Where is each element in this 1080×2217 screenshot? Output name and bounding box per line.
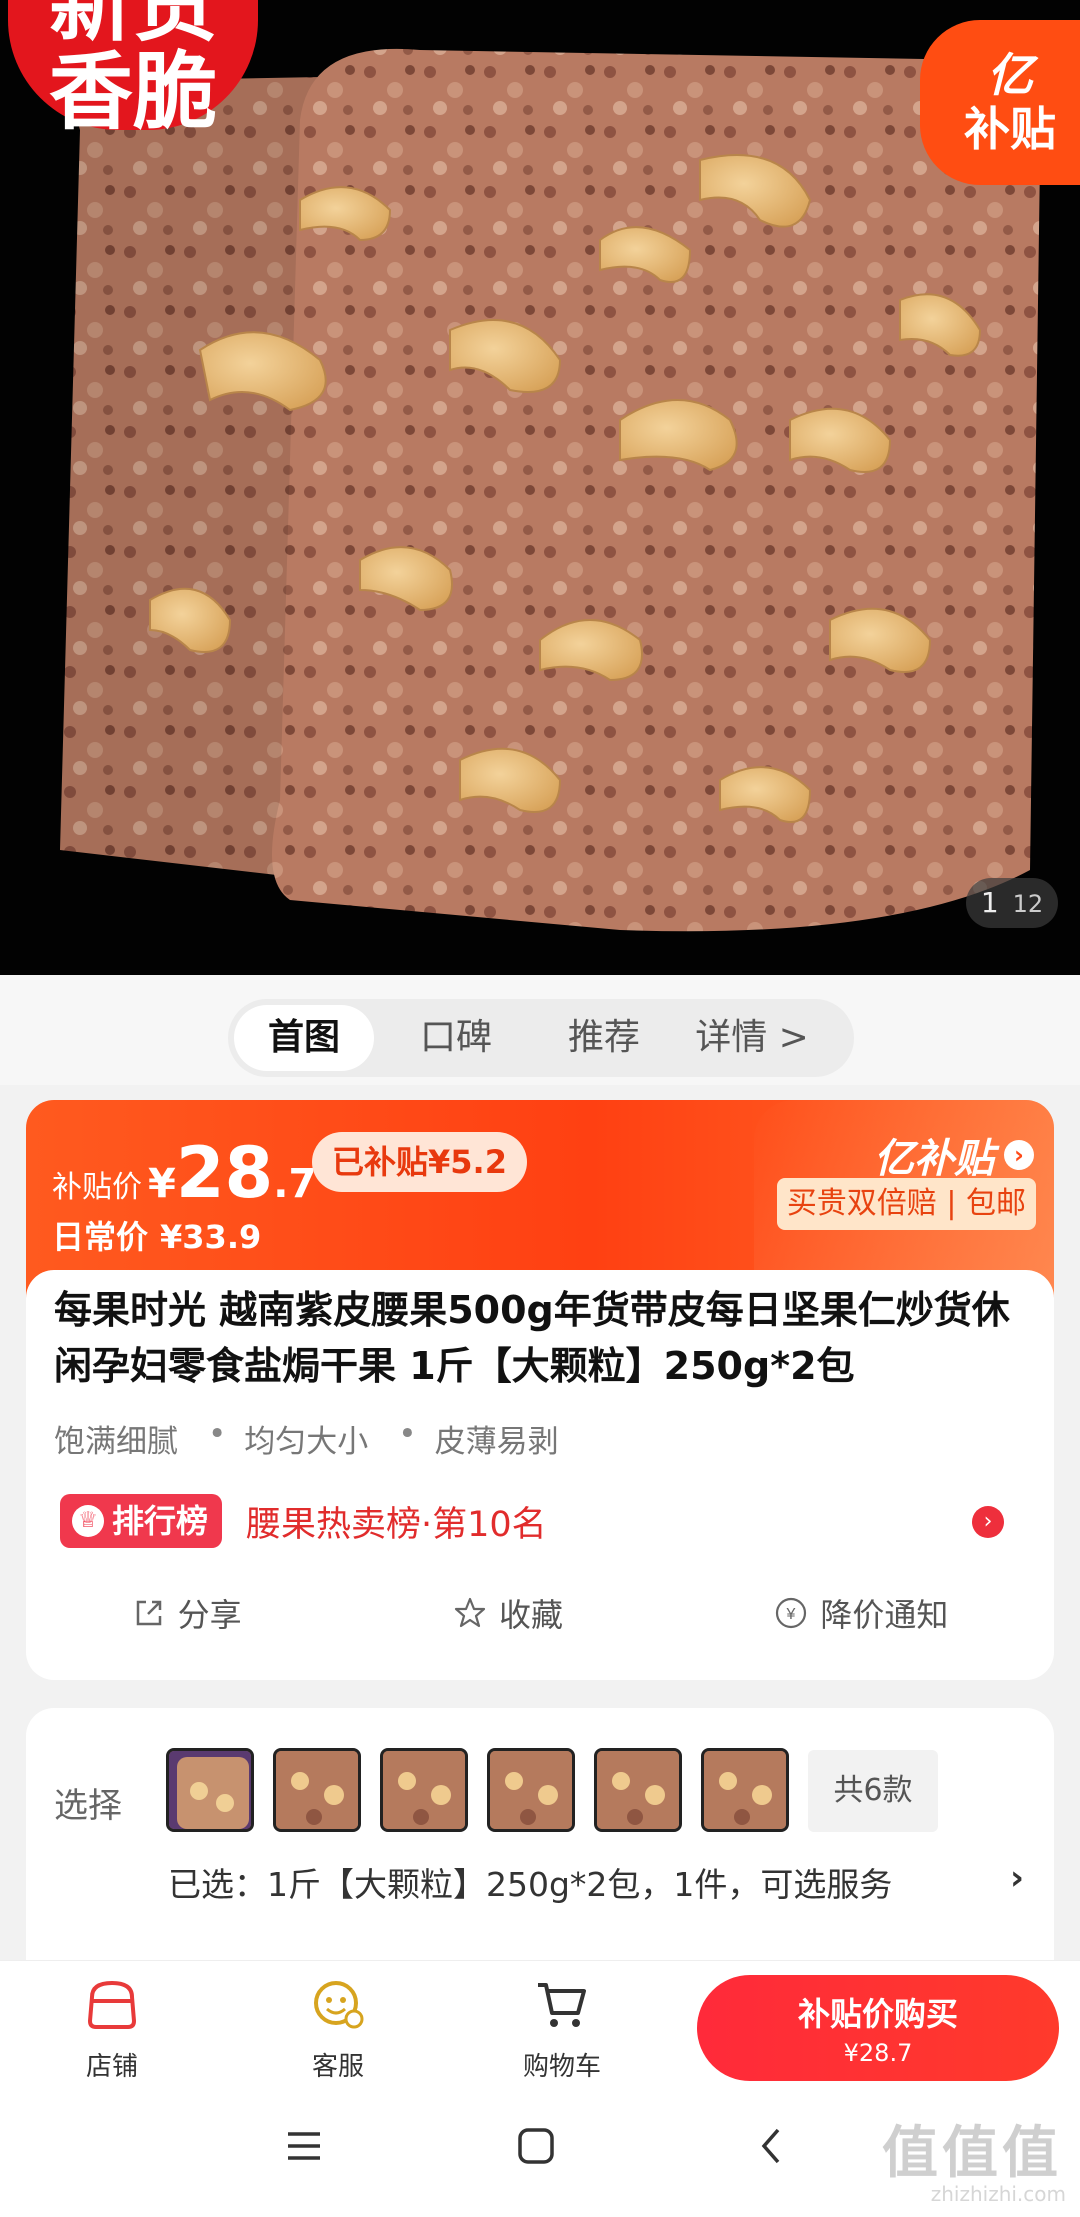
variant-thumbnail[interactable] — [273, 1748, 361, 1832]
feature-item: 均匀大小 — [244, 1424, 369, 1460]
tab-details[interactable]: 详情 > — [678, 1005, 826, 1071]
variant-image — [597, 1751, 679, 1829]
store-button[interactable]: 店铺 — [42, 1977, 182, 2083]
favorite-button[interactable]: 收藏 — [453, 1590, 563, 1636]
badge-left-line1: 新货 — [48, 0, 217, 53]
daily-price: 日常价 ¥33.9 — [52, 1212, 261, 1258]
variant-thumbnails — [166, 1748, 808, 1832]
variant-image — [276, 1751, 358, 1829]
bottom-action-bar: 店铺 客服 购物车 补贴价购买 ¥28.7 — [0, 1960, 1080, 2100]
daily-price-label: 日常价 — [52, 1218, 149, 1256]
variant-count[interactable]: 共6款 — [808, 1750, 938, 1832]
home-icon[interactable] — [516, 2126, 556, 2166]
select-label: 选择 — [54, 1786, 122, 1826]
store-label: 店铺 — [85, 2052, 138, 2082]
cart-label: 购物车 — [522, 2052, 601, 2082]
variant-thumbnail[interactable] — [594, 1748, 682, 1832]
variant-thumbnail[interactable] — [487, 1748, 575, 1832]
share-button[interactable]: 分享 — [132, 1590, 242, 1636]
subsidy-badge: 亿 补贴 — [920, 20, 1080, 185]
buy-now-button[interactable]: 补贴价购买 ¥28.7 — [697, 1975, 1059, 2081]
chevron-right-icon[interactable]: › — [1010, 1858, 1024, 1898]
feature-item: 皮薄易剥 — [434, 1424, 559, 1460]
store-icon — [87, 1980, 137, 2029]
variant-thumbnail[interactable] — [701, 1748, 789, 1832]
currency-symbol: ¥ — [148, 1161, 176, 1207]
ranking-badge-label: 排行榜 — [112, 1502, 209, 1540]
star-icon — [454, 1597, 486, 1628]
cart-button[interactable]: 购物车 — [492, 1977, 632, 2083]
customer-service-button[interactable]: 客服 — [268, 1977, 408, 2083]
ranking-badge: ♕ 排行榜 — [60, 1494, 223, 1548]
share-label: 分享 — [177, 1596, 242, 1634]
variant-thumbnail[interactable] — [166, 1748, 254, 1832]
chevron-right-icon[interactable]: › — [972, 1506, 1004, 1538]
badge-left-line2: 香脆 — [48, 43, 217, 141]
customer-service-icon — [314, 1981, 364, 2029]
ranking-text: 腰果热卖榜·第10名 — [246, 1504, 547, 1545]
subsidy-badge-line2: 补贴 — [964, 102, 1056, 156]
pager-current: 1 — [980, 886, 999, 919]
tab-recommend[interactable]: 推荐 — [530, 1005, 678, 1071]
product-hero-image[interactable]: 新货 香脆 亿 补贴 1 12 — [0, 0, 1080, 975]
yen-circle-icon: ¥ — [776, 1597, 807, 1629]
watermark-url: zhizhizhi.com — [930, 2182, 1066, 2206]
product-title: 每果时光 越南紫皮腰果500g年货带皮每日坚果仁炒货休闲孕妇零食盐焗干果 1斤【… — [54, 1288, 1010, 1388]
subsidy-price-label: 补贴价 — [52, 1170, 142, 1205]
tab-main-image[interactable]: 首图 — [234, 1005, 374, 1071]
price-drop-label: 降价通知 — [820, 1596, 949, 1634]
selected-variant-text: 已选：1斤【大颗粒】250g*2包，1件，可选服务 — [168, 1865, 893, 1904]
guarantee-tag: 买贵双倍赔 | 包邮 — [776, 1178, 1036, 1230]
variant-select-card[interactable]: 选择 共6款 已选：1斤【大颗粒】250g*2包，1件，可选服务 › — [26, 1708, 1054, 1968]
variant-image — [490, 1751, 572, 1829]
menu-icon[interactable] — [284, 2126, 324, 2166]
subsidy-price: 补贴价 ¥ 28 .7 — [52, 1138, 316, 1208]
customer-service-label: 客服 — [311, 2052, 364, 2082]
variant-thumbnail[interactable] — [380, 1748, 468, 1832]
new-crispy-badge: 新货 香脆 — [8, 0, 258, 136]
ranking-row[interactable]: ♕ 排行榜 腰果热卖榜·第10名 — [60, 1494, 547, 1548]
price-drop-alert-button[interactable]: ¥ 降价通知 — [774, 1590, 948, 1636]
subsidy-badge-line1: 亿 — [987, 48, 1033, 102]
tab-group: 首图 口碑 推荐 详情 > — [228, 999, 854, 1077]
subsidy-amount-pill: 已补贴¥5.2 — [312, 1132, 527, 1192]
section-tab-bar: 首图 口碑 推荐 详情 > — [0, 975, 1080, 1085]
watermark-logo: 值值值 — [882, 2121, 1062, 2186]
share-icon — [136, 1600, 161, 1626]
shopping-cart-icon — [538, 1983, 586, 2027]
trophy-icon: ♕ — [72, 1505, 104, 1537]
bullet-icon: • — [208, 1416, 227, 1452]
svg-text:¥: ¥ — [786, 1606, 796, 1623]
image-pager: 1 12 — [966, 878, 1058, 928]
feature-list: 饱满细腻 • 均匀大小 • 皮薄易剥 — [54, 1416, 589, 1461]
billion-subsidy-logo[interactable]: 亿补贴 › — [874, 1126, 1034, 1184]
action-row: 分享 收藏 ¥ 降价通知 — [26, 1590, 1054, 1636]
variant-image — [704, 1751, 786, 1829]
feature-item: 饱满细腻 — [54, 1424, 178, 1460]
buy-price: ¥28.7 — [843, 2039, 913, 2067]
subsidy-logo-text: 亿补贴 — [874, 1136, 994, 1182]
daily-price-value: ¥33.9 — [160, 1218, 262, 1256]
cashew-bag-image — [0, 0, 1080, 975]
tab-reviews[interactable]: 口碑 — [382, 1005, 530, 1071]
buy-label: 补贴价购买 — [797, 1995, 958, 2033]
bullet-icon: • — [398, 1416, 417, 1452]
price-integer: 28 — [175, 1132, 274, 1214]
variant-image — [169, 1751, 251, 1829]
product-info-card: 每果时光 越南紫皮腰果500g年货带皮每日坚果仁炒货休闲孕妇零食盐焗干果 1斤【… — [26, 1270, 1054, 1680]
pager-total: 12 — [1012, 890, 1044, 918]
price-decimal: .7 — [273, 1161, 317, 1207]
chevron-right-icon: › — [1004, 1140, 1034, 1170]
system-navigation-bar: 值值值 zhizhizhi.com — [0, 2100, 1080, 2217]
variant-image — [383, 1751, 465, 1829]
favorite-label: 收藏 — [498, 1596, 563, 1634]
back-icon[interactable] — [752, 2126, 792, 2166]
